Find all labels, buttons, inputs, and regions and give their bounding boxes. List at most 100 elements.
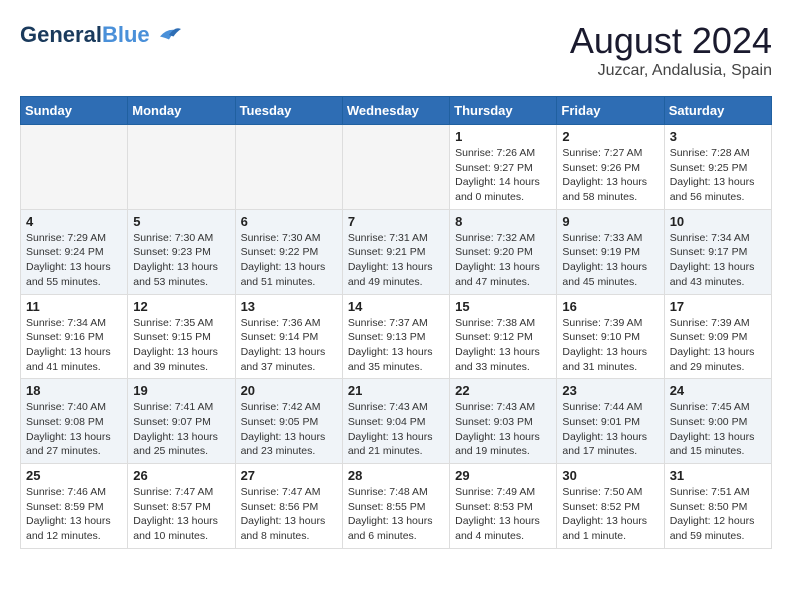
day-info: Sunrise: 7:32 AM Sunset: 9:20 PM Dayligh… [455,231,551,290]
logo: GeneralBlue [20,20,184,50]
day-number: 11 [26,299,122,314]
day-info: Sunrise: 7:30 AM Sunset: 9:22 PM Dayligh… [241,231,337,290]
day-number: 20 [241,383,337,398]
calendar-day-cell: 10 Sunrise: 7:34 AM Sunset: 9:17 PM Dayli… [664,209,771,294]
calendar-day-cell: 30Sunrise: 7:50 AM Sunset: 8:52 PM Dayli… [557,464,664,549]
calendar-day-cell: 8 Sunrise: 7:32 AM Sunset: 9:20 PM Daylig… [450,209,557,294]
weekday-header-sunday: Sunday [21,97,128,125]
calendar-day-cell: 12 Sunrise: 7:35 AM Sunset: 9:15 PM Dayli… [128,294,235,379]
day-number: 10 [670,214,766,229]
day-number: 19 [133,383,229,398]
day-info: Sunrise: 7:40 AM Sunset: 9:08 PM Dayligh… [26,400,122,459]
day-number: 31 [670,468,766,483]
day-number: 8 [455,214,551,229]
calendar-day-cell [342,125,449,210]
calendar-day-cell: 27 Sunrise: 7:47 AM Sunset: 8:56 PM Dayli… [235,464,342,549]
day-number: 22 [455,383,551,398]
day-info: Sunrise: 7:44 AM Sunset: 9:01 PM Dayligh… [562,400,658,459]
weekday-header-friday: Friday [557,97,664,125]
day-info: Sunrise: 7:39 AM Sunset: 9:10 PM Dayligh… [562,316,658,375]
month-year-title: August 2024 [570,20,772,62]
day-number: 14 [348,299,444,314]
calendar-week-row: 11Sunrise: 7:34 AM Sunset: 9:16 PM Dayli… [21,294,772,379]
day-info: Sunrise: 7:29 AM Sunset: 9:24 PM Dayligh… [26,231,122,290]
day-info: Sunrise: 7:31 AM Sunset: 9:21 PM Dayligh… [348,231,444,290]
calendar-day-cell: 1Sunrise: 7:26 AM Sunset: 9:27 PM Daylig… [450,125,557,210]
day-info: Sunrise: 7:28 AM Sunset: 9:25 PM Dayligh… [670,146,766,205]
calendar-table: SundayMondayTuesdayWednesdayThursdayFrid… [20,96,772,549]
calendar-day-cell: 21 Sunrise: 7:43 AM Sunset: 9:04 PM Dayli… [342,379,449,464]
day-info: Sunrise: 7:45 AM Sunset: 9:00 PM Dayligh… [670,400,766,459]
calendar-day-cell: 13Sunrise: 7:36 AM Sunset: 9:14 PM Dayli… [235,294,342,379]
day-info: Sunrise: 7:42 AM Sunset: 9:05 PM Dayligh… [241,400,337,459]
day-number: 24 [670,383,766,398]
calendar-day-cell: 11Sunrise: 7:34 AM Sunset: 9:16 PM Dayli… [21,294,128,379]
weekday-header-monday: Monday [128,97,235,125]
calendar-day-cell: 24 Sunrise: 7:45 AM Sunset: 9:00 PM Dayli… [664,379,771,464]
day-info: Sunrise: 7:38 AM Sunset: 9:12 PM Dayligh… [455,316,551,375]
day-number: 28 [348,468,444,483]
day-info: Sunrise: 7:34 AM Sunset: 9:17 PM Dayligh… [670,231,766,290]
day-number: 12 [133,299,229,314]
calendar-day-cell: 4 Sunrise: 7:29 AM Sunset: 9:24 PM Daylig… [21,209,128,294]
logo-text: GeneralBlue [20,24,150,46]
calendar-day-cell: 22 Sunrise: 7:43 AM Sunset: 9:03 PM Dayli… [450,379,557,464]
day-info: Sunrise: 7:43 AM Sunset: 9:04 PM Dayligh… [348,400,444,459]
calendar-day-cell: 14 Sunrise: 7:37 AM Sunset: 9:13 PM Dayli… [342,294,449,379]
day-info: Sunrise: 7:48 AM Sunset: 8:55 PM Dayligh… [348,485,444,544]
day-info: Sunrise: 7:47 AM Sunset: 8:57 PM Dayligh… [133,485,229,544]
day-number: 18 [26,383,122,398]
calendar-week-row: 4 Sunrise: 7:29 AM Sunset: 9:24 PM Daylig… [21,209,772,294]
calendar-day-cell: 20 Sunrise: 7:42 AM Sunset: 9:05 PM Dayli… [235,379,342,464]
day-info: Sunrise: 7:41 AM Sunset: 9:07 PM Dayligh… [133,400,229,459]
calendar-day-cell: 19 Sunrise: 7:41 AM Sunset: 9:07 PM Dayli… [128,379,235,464]
calendar-day-cell: 29 Sunrise: 7:49 AM Sunset: 8:53 PM Dayli… [450,464,557,549]
day-number: 4 [26,214,122,229]
title-block: August 2024 Juzcar, Andalusia, Spain [570,20,772,80]
calendar-day-cell: 3 Sunrise: 7:28 AM Sunset: 9:25 PM Daylig… [664,125,771,210]
day-number: 16 [562,299,658,314]
day-info: Sunrise: 7:30 AM Sunset: 9:23 PM Dayligh… [133,231,229,290]
day-number: 26 [133,468,229,483]
day-number: 21 [348,383,444,398]
weekday-header-saturday: Saturday [664,97,771,125]
day-info: Sunrise: 7:47 AM Sunset: 8:56 PM Dayligh… [241,485,337,544]
page-header: GeneralBlue August 2024 Juzcar, Andalusi… [20,20,772,80]
day-number: 6 [241,214,337,229]
day-info: Sunrise: 7:36 AM Sunset: 9:14 PM Dayligh… [241,316,337,375]
day-number: 1 [455,129,551,144]
day-number: 7 [348,214,444,229]
calendar-day-cell [128,125,235,210]
weekday-header-tuesday: Tuesday [235,97,342,125]
day-number: 9 [562,214,658,229]
day-info: Sunrise: 7:43 AM Sunset: 9:03 PM Dayligh… [455,400,551,459]
day-info: Sunrise: 7:35 AM Sunset: 9:15 PM Dayligh… [133,316,229,375]
logo-bird-icon [154,20,184,50]
calendar-day-cell: 31Sunrise: 7:51 AM Sunset: 8:50 PM Dayli… [664,464,771,549]
weekday-header-wednesday: Wednesday [342,97,449,125]
calendar-week-row: 25Sunrise: 7:46 AM Sunset: 8:59 PM Dayli… [21,464,772,549]
calendar-day-cell: 25Sunrise: 7:46 AM Sunset: 8:59 PM Dayli… [21,464,128,549]
location-subtitle: Juzcar, Andalusia, Spain [570,62,772,80]
calendar-day-cell: 16 Sunrise: 7:39 AM Sunset: 9:10 PM Dayli… [557,294,664,379]
calendar-day-cell: 23 Sunrise: 7:44 AM Sunset: 9:01 PM Dayli… [557,379,664,464]
calendar-week-row: 18 Sunrise: 7:40 AM Sunset: 9:08 PM Dayli… [21,379,772,464]
calendar-day-cell: 26 Sunrise: 7:47 AM Sunset: 8:57 PM Dayli… [128,464,235,549]
day-info: Sunrise: 7:33 AM Sunset: 9:19 PM Dayligh… [562,231,658,290]
day-info: Sunrise: 7:46 AM Sunset: 8:59 PM Dayligh… [26,485,122,544]
day-number: 3 [670,129,766,144]
calendar-day-cell: 28 Sunrise: 7:48 AM Sunset: 8:55 PM Dayli… [342,464,449,549]
day-number: 23 [562,383,658,398]
calendar-day-cell [21,125,128,210]
day-info: Sunrise: 7:39 AM Sunset: 9:09 PM Dayligh… [670,316,766,375]
calendar-day-cell: 17Sunrise: 7:39 AM Sunset: 9:09 PM Dayli… [664,294,771,379]
day-info: Sunrise: 7:49 AM Sunset: 8:53 PM Dayligh… [455,485,551,544]
day-number: 27 [241,468,337,483]
calendar-week-row: 1Sunrise: 7:26 AM Sunset: 9:27 PM Daylig… [21,125,772,210]
day-info: Sunrise: 7:27 AM Sunset: 9:26 PM Dayligh… [562,146,658,205]
day-number: 2 [562,129,658,144]
weekday-header-row: SundayMondayTuesdayWednesdayThursdayFrid… [21,97,772,125]
day-info: Sunrise: 7:37 AM Sunset: 9:13 PM Dayligh… [348,316,444,375]
day-number: 29 [455,468,551,483]
calendar-day-cell [235,125,342,210]
